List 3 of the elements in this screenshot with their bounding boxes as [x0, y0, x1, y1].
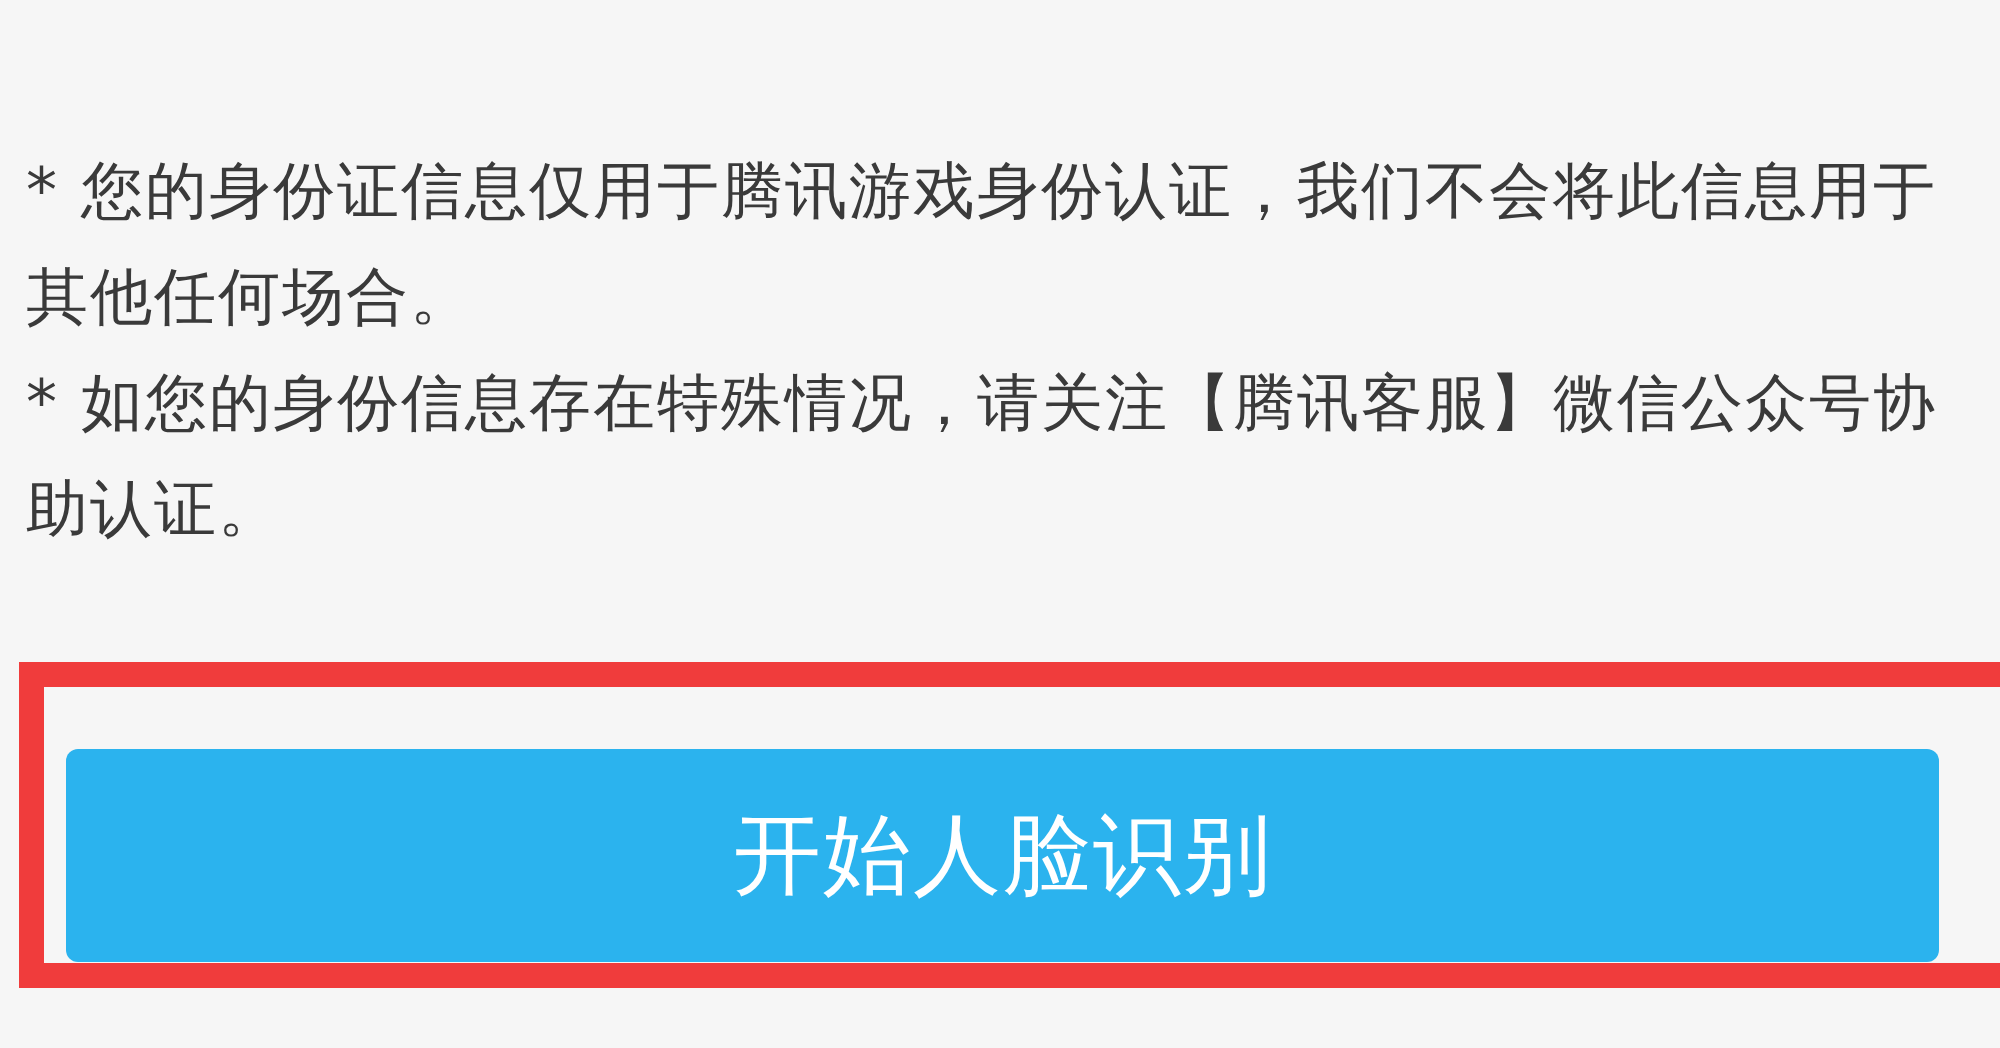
notice-text: * 如您的身份信息存在特殊情况，请关注【腾讯客服】微信公众号协助认证。	[26, 365, 1938, 547]
start-face-recognition-button[interactable]: 开始人脸识别	[66, 749, 1939, 962]
notice-text: * 您的身份证信息仅用于腾讯游戏身份认证，我们不会将此信息用于其他任何场合。	[26, 153, 1938, 335]
